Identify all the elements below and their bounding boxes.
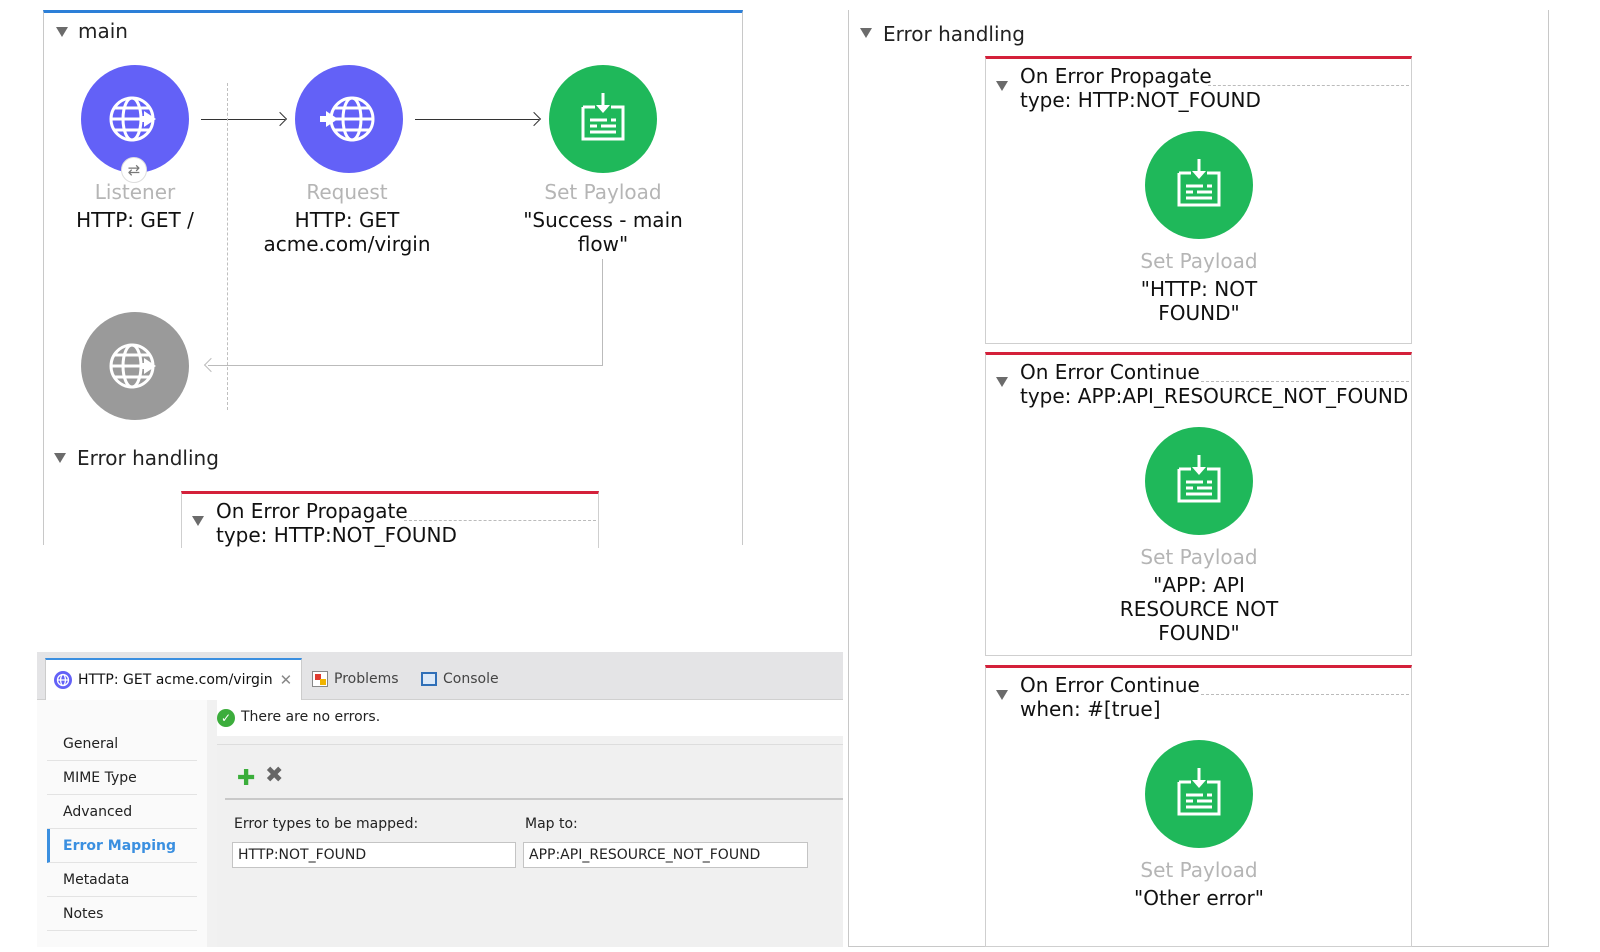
set-payload-caption: Set Payload "APP: API RESOURCE NOT FOUND… (1099, 545, 1299, 645)
return-path-horizontal (208, 365, 603, 366)
tab-label: Console (443, 671, 499, 687)
check-icon: ✓ (217, 709, 235, 727)
set-payload-caption: Set Payload "Other error" (1099, 858, 1299, 910)
handler-divider (1201, 694, 1409, 695)
sidebar-item-general[interactable]: General (47, 727, 197, 761)
flow-arrow-head (272, 111, 288, 127)
flow-arrow-head (526, 111, 542, 127)
node-text-label: HTTP: GET / (76, 208, 194, 232)
node-text-label: "APP: API RESOURCE NOT FOUND" (1119, 573, 1279, 645)
collapse-handler-icon[interactable] (996, 690, 1008, 700)
return-path-vertical (602, 259, 603, 365)
node-type-label: Set Payload (1140, 249, 1258, 273)
set-payload-icon (1177, 159, 1221, 207)
request-caption: Request HTTP: GET acme.com/virgin (247, 180, 447, 256)
set-payload-caption: Set Payload "HTTP: NOT FOUND" (1099, 249, 1299, 325)
collapse-handler-icon[interactable] (996, 81, 1008, 91)
mapping-divider (225, 798, 843, 800)
error-types-label: Error types to be mapped: (234, 816, 419, 832)
status-bar: ✓ There are no errors. (217, 700, 843, 736)
handler-condition: type: HTTP:NOT_FOUND (1020, 88, 1261, 112)
response-node[interactable] (81, 312, 189, 420)
collapse-handler-icon[interactable] (996, 377, 1008, 387)
set-payload-icon (1177, 768, 1221, 816)
set-payload-icon (1177, 455, 1221, 503)
main-flow-panel: main ⇄ Listener HTTP: GET / Request HTTP… (43, 10, 743, 548)
on-error-continue-box[interactable]: On Error Continue type: APP:API_RESOURCE… (985, 352, 1412, 656)
node-text-label: "HTTP: NOT FOUND" (1140, 277, 1258, 325)
node-type-label: Listener (94, 180, 176, 204)
error-handling-panel: Error handling On Error Propagate type: … (848, 10, 1549, 947)
handler-name: On Error Propagate (1020, 64, 1212, 88)
set-payload-caption: Set Payload "Success - main flow" (503, 180, 703, 256)
return-arrow-head (203, 357, 219, 373)
error-handling-title: Error handling (77, 446, 219, 470)
handler-divider (404, 520, 596, 521)
node-text-label: "Other error" (1134, 886, 1264, 910)
handler-name: On Error Continue (1020, 360, 1200, 384)
on-error-propagate-box[interactable]: On Error Propagate type: HTTP:NOT_FOUND (181, 491, 599, 548)
tab-label: HTTP: GET acme.com/virgin (78, 672, 273, 688)
on-error-continue-box[interactable]: On Error Continue when: #[true] Set Payl… (985, 665, 1412, 947)
main-flow-title: main (78, 19, 128, 43)
globe-arrow-in-icon (320, 96, 375, 142)
request-node[interactable] (295, 65, 403, 173)
map-to-field[interactable]: APP:API_RESOURCE_NOT_FOUND (523, 842, 808, 868)
console-icon (421, 672, 437, 686)
node-text-label: HTTP: GET acme.com/virgin (263, 208, 431, 256)
tab-label: Problems (334, 671, 399, 687)
handler-divider (1208, 85, 1409, 86)
sidebar-item-advanced[interactable]: Advanced (47, 795, 197, 829)
error-handling-title: Error handling (883, 22, 1025, 46)
tab-console[interactable]: Console (421, 658, 499, 700)
node-type-label: Set Payload (544, 180, 662, 204)
collapse-main-icon[interactable] (56, 27, 68, 37)
node-type-label: Request (306, 180, 388, 204)
sidebar-item-mime-type[interactable]: MIME Type (47, 761, 197, 795)
set-payload-node[interactable] (1145, 131, 1253, 239)
close-icon[interactable]: ✕ (280, 671, 293, 689)
sidebar-item-error-mapping[interactable]: Error Mapping (47, 829, 197, 863)
node-type-label: Set Payload (1140, 545, 1258, 569)
remove-mapping-icon[interactable]: ✖ (265, 763, 283, 788)
properties-panel: HTTP: GET acme.com/virgin ✕ Problems Con… (37, 652, 843, 947)
set-payload-node[interactable] (1145, 740, 1253, 848)
globe-arrow-icon (109, 96, 156, 142)
problems-icon (312, 671, 328, 687)
set-payload-node[interactable] (549, 65, 657, 173)
collapse-error-handling-icon[interactable] (860, 28, 872, 38)
tab-problems[interactable]: Problems (312, 658, 399, 700)
handler-condition: type: HTTP:NOT_FOUND (216, 523, 457, 547)
handler-name: On Error Continue (1020, 673, 1200, 697)
handler-condition: type: APP:API_RESOURCE_NOT_FOUND (1020, 384, 1409, 408)
globe-arrow-icon (109, 343, 156, 389)
set-payload-node[interactable] (1145, 427, 1253, 535)
status-message: There are no errors. (241, 709, 381, 725)
flow-separator (227, 83, 228, 410)
listener-node[interactable]: ⇄ (81, 65, 189, 183)
set-payload-icon (581, 93, 625, 141)
tab-http-request[interactable]: HTTP: GET acme.com/virgin ✕ (45, 658, 302, 700)
map-to-label: Map to: (525, 816, 578, 832)
listener-caption: Listener HTTP: GET / (35, 180, 235, 232)
node-type-label: Set Payload (1140, 858, 1258, 882)
add-mapping-icon[interactable]: ✚ (237, 766, 255, 791)
on-error-propagate-box[interactable]: On Error Propagate type: HTTP:NOT_FOUND … (985, 56, 1412, 344)
error-type-field[interactable]: HTTP:NOT_FOUND (232, 842, 516, 868)
handler-divider (1201, 381, 1409, 382)
globe-icon (54, 671, 72, 689)
sidebar-item-metadata[interactable]: Metadata (47, 863, 197, 897)
flow-arrow (415, 119, 539, 120)
collapse-error-handling-icon[interactable] (54, 453, 66, 463)
node-text-label: "Success - main flow" (523, 208, 683, 256)
sidebar-item-notes[interactable]: Notes (47, 897, 197, 931)
properties-tab-bar: HTTP: GET acme.com/virgin ✕ Problems Con… (37, 652, 843, 700)
collapse-handler-icon[interactable] (192, 516, 204, 526)
handler-condition: when: #[true] (1020, 697, 1161, 721)
handler-name: On Error Propagate (216, 499, 408, 523)
